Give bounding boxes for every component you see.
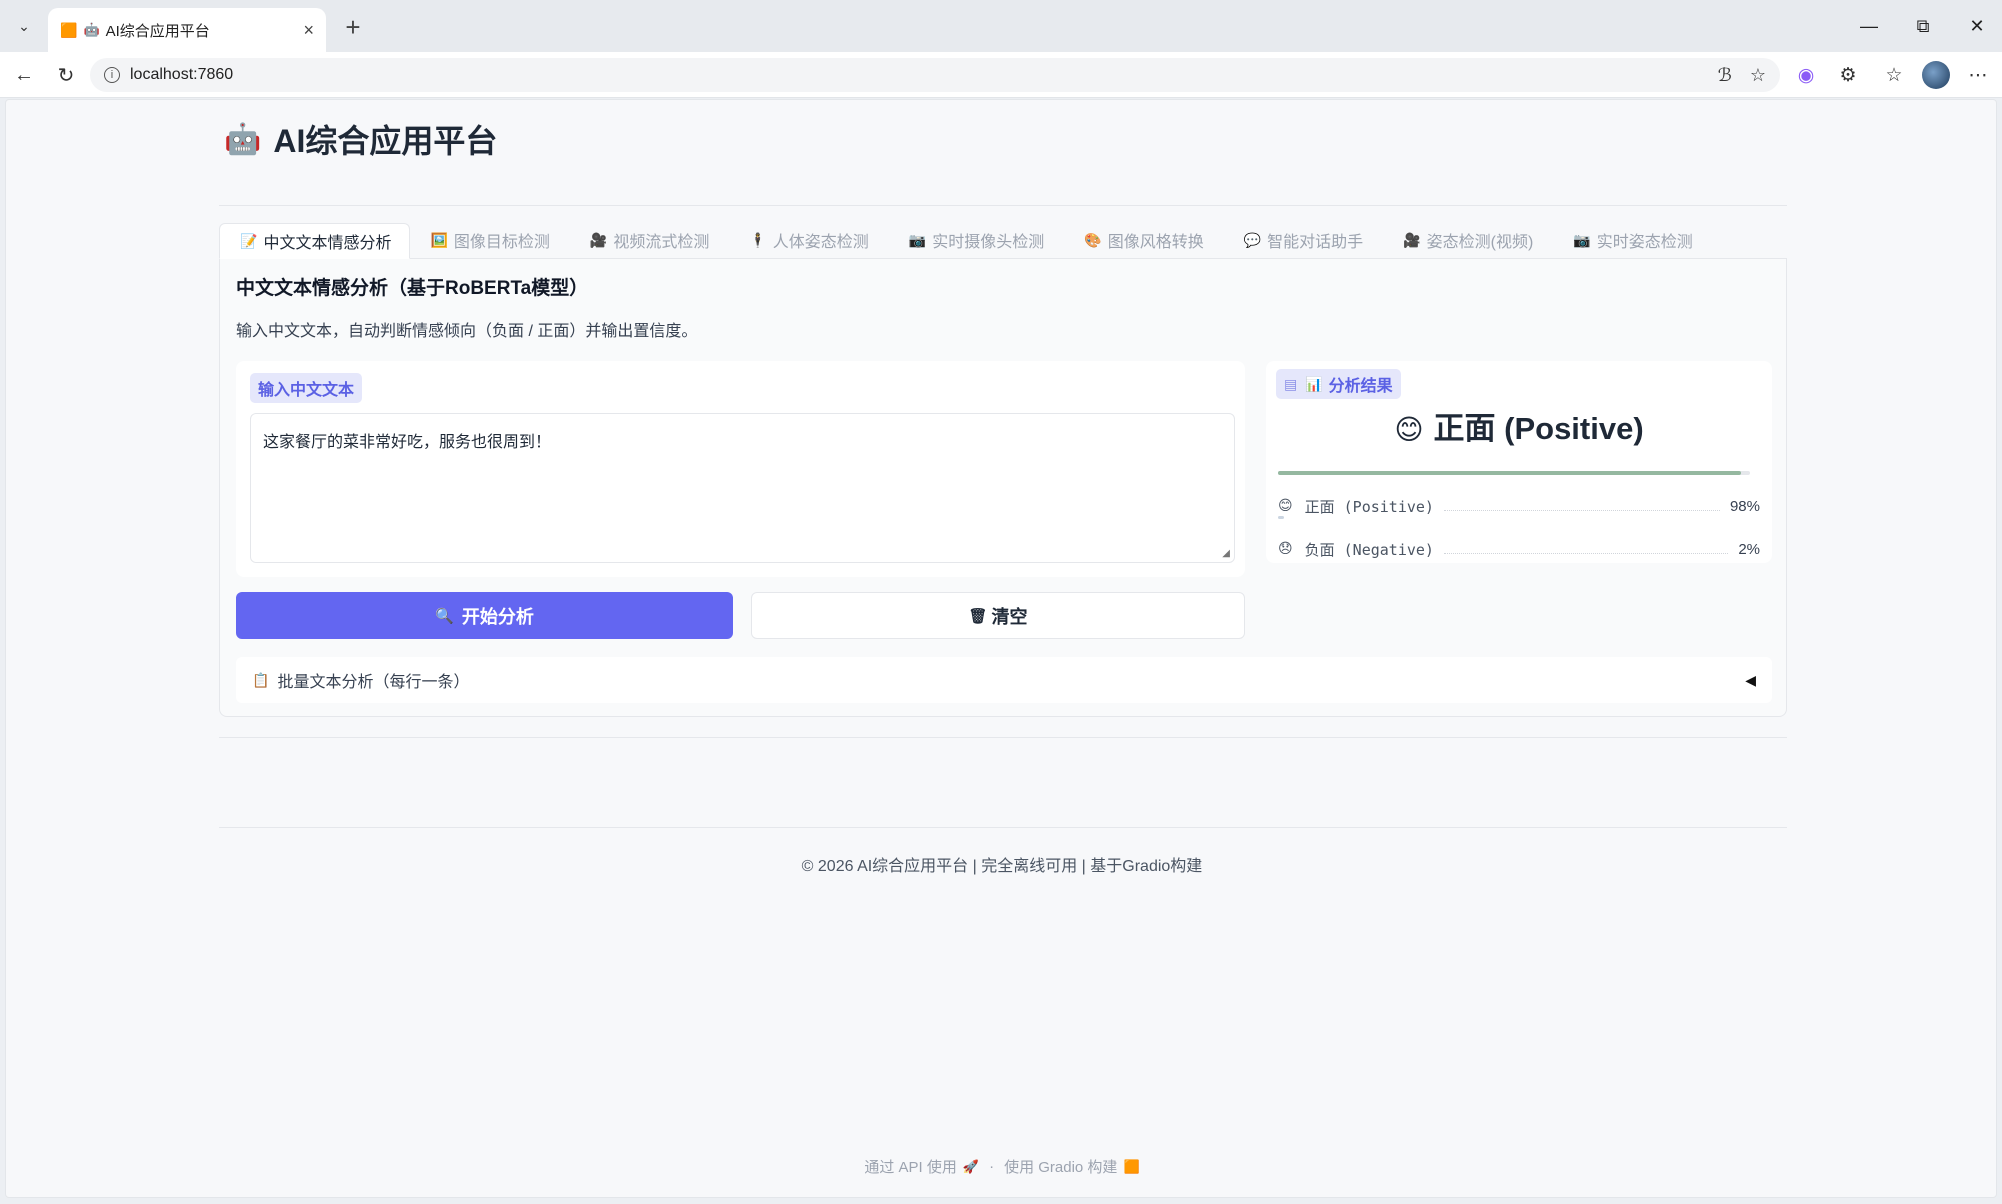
divider xyxy=(219,737,1787,738)
site-info-icon[interactable]: i xyxy=(104,67,120,83)
profile-avatar[interactable] xyxy=(1922,61,1950,89)
browser-tab[interactable]: 🟧 🤖 AI综合应用平台 × xyxy=(48,8,326,52)
more-options-icon[interactable]: ⋯ xyxy=(1964,61,1992,89)
translate-icon[interactable]: ℬ xyxy=(1718,65,1732,86)
text-input[interactable]: 这家餐厅的菜非常好吃，服务也很周到！ ◢ xyxy=(250,413,1235,563)
tab-list-dropdown-icon[interactable]: ⌄ xyxy=(10,12,38,40)
result-main-label: 😊 正面 (Positive) xyxy=(1394,411,1644,446)
gradio-logo-icon: 🟧 xyxy=(1123,1158,1140,1174)
tab-webcam-detection[interactable]: 📷 实时摄像头检测 xyxy=(889,222,1064,258)
negative-confidence-bar xyxy=(1278,516,1284,519)
feature-tabs: 📝 中文文本情感分析 🖼️ 图像目标检测 🎥 视频流式检测 🕴 人体姿态检测 📷 实时摄像… xyxy=(219,223,1787,259)
magnifier-icon: 🔍 xyxy=(435,607,454,625)
picture-icon: 🖼️ xyxy=(430,231,448,248)
dotted-leader xyxy=(1443,501,1720,511)
analyze-button[interactable]: 🔍 开始分析 xyxy=(236,592,733,639)
video-camera-icon: 🎥 xyxy=(1403,231,1421,248)
tab-text-sentiment[interactable]: 📝 中文文本情感分析 xyxy=(219,223,411,259)
api-link[interactable]: 通过 API 使用 xyxy=(864,1156,957,1177)
result-block: ▤ 📊 分析结果 😊 正面 (Positive) 😊 正面 (Positive) … xyxy=(1266,361,1772,563)
robot-icon: 🤖 xyxy=(224,122,262,156)
tab-image-detection[interactable]: 🖼️ 图像目标检测 xyxy=(410,222,569,258)
rocket-icon: 🚀 xyxy=(962,1158,980,1174)
gradio-footer: 通过 API 使用 🚀 · 使用 Gradio 构建 🟧 xyxy=(6,1156,1998,1177)
browser-tab-title: AI综合应用平台 xyxy=(105,22,210,40)
separator: · xyxy=(989,1158,995,1175)
page-title-text: AI综合应用平台 xyxy=(273,123,498,159)
confidence-label: 正面 (Positive) xyxy=(1304,497,1434,516)
back-icon[interactable]: ← xyxy=(10,61,38,89)
close-tab-icon[interactable]: × xyxy=(303,20,314,41)
trash-icon: 🗑 xyxy=(968,607,988,625)
tab-video-stream[interactable]: 🎥 视频流式检测 xyxy=(570,222,729,258)
clipboard-icon: 📋 xyxy=(252,671,270,688)
label-icon: ▤ xyxy=(1284,375,1298,392)
confidence-bar xyxy=(1278,471,1750,475)
page-viewport: 🤖 AI综合应用平台 📝 中文文本情感分析 🖼️ 图像目标检测 🎥 视频流式检测 🕴 人… xyxy=(5,99,1997,1198)
confidence-value: 2% xyxy=(1738,540,1760,558)
tab-pose-detection[interactable]: 🕴 人体姿态检测 xyxy=(729,222,888,258)
divider xyxy=(219,205,1787,206)
confidence-bar-fill xyxy=(1278,471,1741,475)
bar-chart-icon: 📊 xyxy=(1305,375,1323,392)
text-input-block: 输入中文文本 这家餐厅的菜非常好吃，服务也很周到！ ◢ xyxy=(236,361,1245,577)
favorite-star-icon[interactable]: ☆ xyxy=(1750,65,1766,86)
tab-realtime-pose[interactable]: 📷 实时姿态检测 xyxy=(1553,222,1712,258)
tab-style-transfer[interactable]: 🎨 图像风格转换 xyxy=(1064,222,1223,258)
dotted-leader xyxy=(1443,544,1729,554)
collapse-arrow-icon[interactable]: ◀ xyxy=(1745,672,1756,689)
video-camera-icon: 🎥 xyxy=(589,231,608,248)
copilot-icon[interactable]: ◉ xyxy=(1792,61,1820,89)
clear-button[interactable]: 🗑 清空 xyxy=(751,592,1245,639)
input-label: 输入中文文本 xyxy=(250,373,363,403)
page-title: 🤖 AI综合应用平台 xyxy=(224,116,497,162)
robot-icon: 🤖 xyxy=(83,22,100,37)
url-input[interactable]: i localhost:7860 ℬ ☆ xyxy=(90,58,1780,92)
smiling-face-icon: 😊 xyxy=(1278,498,1293,514)
close-window-icon[interactable]: ✕ xyxy=(1962,12,1992,40)
extensions-icon[interactable]: ⚙ xyxy=(1834,61,1862,89)
built-with-gradio-link[interactable]: 使用 Gradio 构建 xyxy=(1004,1156,1117,1177)
restore-icon[interactable]: ⧉ xyxy=(1908,12,1938,40)
section-title: 中文文本情感分析（基于RoBERTa模型） xyxy=(236,278,589,299)
new-tab-icon[interactable]: + xyxy=(338,12,368,42)
palette-icon: 🎨 xyxy=(1084,231,1102,248)
divider xyxy=(219,827,1787,828)
confidence-row-positive: 😊 正面 (Positive) 98% xyxy=(1278,494,1760,518)
camera-icon: 📷 xyxy=(908,231,927,248)
person-icon: 🕴 xyxy=(749,231,767,248)
address-bar: ← ↻ i localhost:7860 ℬ ☆ ◉ ⚙ ☆ ⋯ xyxy=(0,52,2002,98)
sentiment-panel: 中文文本情感分析（基于RoBERTa模型） 输入中文文本，自动判断情感倾向（负面… xyxy=(219,259,1787,717)
tab-chat-assistant[interactable]: 💬 智能对话助手 xyxy=(1224,222,1383,258)
batch-analysis-accordion[interactable]: 📋 批量文本分析（每行一条） ◀ xyxy=(236,657,1772,703)
confidence-label: 负面 (Negative) xyxy=(1304,540,1434,559)
section-description: 输入中文文本，自动判断情感倾向（负面 / 正面）并输出置信度。 xyxy=(236,323,698,340)
resize-handle-icon[interactable]: ◢ xyxy=(1222,548,1230,559)
tab-pose-video[interactable]: 🎥 姿态检测(视频) xyxy=(1383,222,1553,258)
text-input-value: 这家餐厅的菜非常好吃，服务也很周到！ xyxy=(263,434,552,451)
accordion-title: 批量文本分析（每行一条） xyxy=(277,674,470,691)
browser-tab-bar: ⌄ 🟧 🤖 AI综合应用平台 × + — ⧉ ✕ xyxy=(0,0,2002,52)
gradio-favicon-icon: 🟧 xyxy=(60,21,78,38)
result-label: ▤ 📊 分析结果 xyxy=(1276,369,1401,399)
reload-icon[interactable]: ↻ xyxy=(52,61,80,89)
memo-icon: 📝 xyxy=(240,232,258,249)
sad-face-icon: 😞 xyxy=(1278,541,1293,557)
favorites-icon[interactable]: ☆ xyxy=(1880,61,1908,89)
smiling-face-icon: 😊 xyxy=(1394,414,1424,445)
speech-bubble-icon: 💬 xyxy=(1243,231,1262,248)
url-text: localhost:7860 xyxy=(130,66,234,83)
footer-text: © 2026 AI综合应用平台 | 完全离线可用 | 基于Gradio构建 xyxy=(801,858,1203,875)
camera-icon: 📷 xyxy=(1573,231,1591,248)
confidence-value: 98% xyxy=(1729,497,1760,515)
confidence-row-negative: 😞 负面 (Negative) 2% xyxy=(1278,537,1760,561)
minimize-icon[interactable]: — xyxy=(1854,12,1884,40)
